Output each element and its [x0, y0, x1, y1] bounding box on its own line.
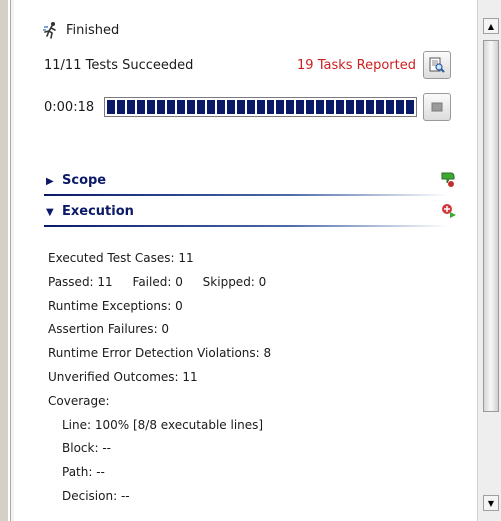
executed-test-cases: Executed Test Cases: 11: [48, 251, 194, 265]
progress-segment: [236, 100, 245, 114]
progress-segment: [107, 100, 115, 114]
coverage-label: Coverage:: [48, 393, 110, 408]
failed-count: Failed: 0: [132, 274, 183, 289]
progress-segment: [186, 100, 195, 114]
pass-fail-skip-row: Passed: 11 Failed: 0 Skipped: 0: [48, 271, 271, 295]
progress-segment: [116, 100, 125, 114]
progress-segment: [216, 100, 225, 114]
progress-segment: [356, 100, 365, 114]
scope-title: Scope: [62, 173, 107, 188]
collapse-triangle-icon: ▼: [46, 207, 54, 218]
scope-section-header[interactable]: ▶ Scope: [44, 171, 449, 196]
progress-segment: [256, 100, 265, 114]
status-row: Finished: [18, 21, 119, 39]
runtime-exceptions: Runtime Exceptions: 0: [48, 298, 183, 313]
tasks-reported-link[interactable]: 19 Tasks Reported: [297, 58, 416, 73]
expand-triangle-icon: ▶: [46, 176, 54, 187]
scroll-thumb[interactable]: [483, 40, 499, 412]
passed-count: Passed: 11: [48, 274, 113, 289]
execution-title: Execution: [62, 204, 134, 219]
progress-segment: [386, 100, 395, 114]
execution-section-header[interactable]: ▼ Execution: [44, 202, 449, 227]
block-coverage: Block: --: [62, 441, 111, 456]
progress-segment: [286, 100, 295, 114]
report-search-icon: [429, 57, 445, 73]
section-divider: [44, 194, 449, 196]
progress-segment: [226, 100, 235, 114]
stop-button[interactable]: [423, 93, 451, 121]
progress-segment: [336, 100, 345, 114]
progress-segment: [326, 100, 335, 114]
path-coverage: Path: --: [62, 465, 105, 480]
runtime-error-detection-violations: Runtime Error Detection Violations: 8: [48, 346, 272, 361]
vertical-scrollbar[interactable]: ▲ ▼: [477, 0, 501, 521]
progress-segment: [246, 100, 255, 114]
progress-segment: [126, 100, 135, 114]
progress-segment: [316, 100, 325, 114]
execution-config-icon[interactable]: [439, 201, 459, 221]
execution-statistics: Executed Test Cases: 11 Passed: 11 Faile…: [48, 247, 271, 509]
progress-segment: [136, 100, 145, 114]
progress-segment: [406, 100, 415, 114]
progress-segment: [306, 100, 315, 114]
decision-coverage: Decision: --: [62, 488, 130, 503]
progress-segment: [266, 100, 275, 114]
view-report-button[interactable]: [423, 51, 451, 79]
progress-segment: [156, 100, 165, 114]
summary-row: 11/11 Tests Succeeded: [44, 58, 193, 73]
stop-icon: [431, 102, 443, 112]
left-window-frame: [0, 0, 14, 521]
progress-segment: [366, 100, 375, 114]
progress-segment: [196, 100, 205, 114]
progress-segment: [146, 100, 155, 114]
test-progress-panel: Finished 11/11 Tests Succeeded 19 Tasks …: [18, 0, 473, 521]
assertion-failures: Assertion Failures: 0: [48, 322, 170, 337]
progress-segment: [376, 100, 385, 114]
status-label: Finished: [66, 22, 120, 38]
runner-icon: [43, 22, 56, 39]
skipped-count: Skipped: 0: [202, 274, 267, 289]
tests-summary: 11/11 Tests Succeeded: [44, 58, 194, 73]
progress-segment: [276, 100, 285, 114]
scroll-up-button[interactable]: ▲: [483, 18, 499, 34]
progress-segment: [206, 100, 215, 114]
progress-segment: [396, 100, 405, 114]
scope-config-icon[interactable]: [439, 170, 459, 190]
progress-segment: [176, 100, 185, 114]
test-progress-bar: [104, 97, 417, 117]
scroll-down-button[interactable]: ▼: [483, 495, 499, 511]
unverified-outcomes: Unverified Outcomes: 11: [48, 369, 198, 384]
line-coverage: Line: 100% [8/8 executable lines]: [62, 417, 264, 432]
progress-segment: [166, 100, 175, 114]
section-divider: [44, 225, 449, 227]
progress-segment: [346, 100, 355, 114]
progress-segment: [296, 100, 305, 114]
elapsed-time: 0:00:18: [44, 100, 95, 115]
